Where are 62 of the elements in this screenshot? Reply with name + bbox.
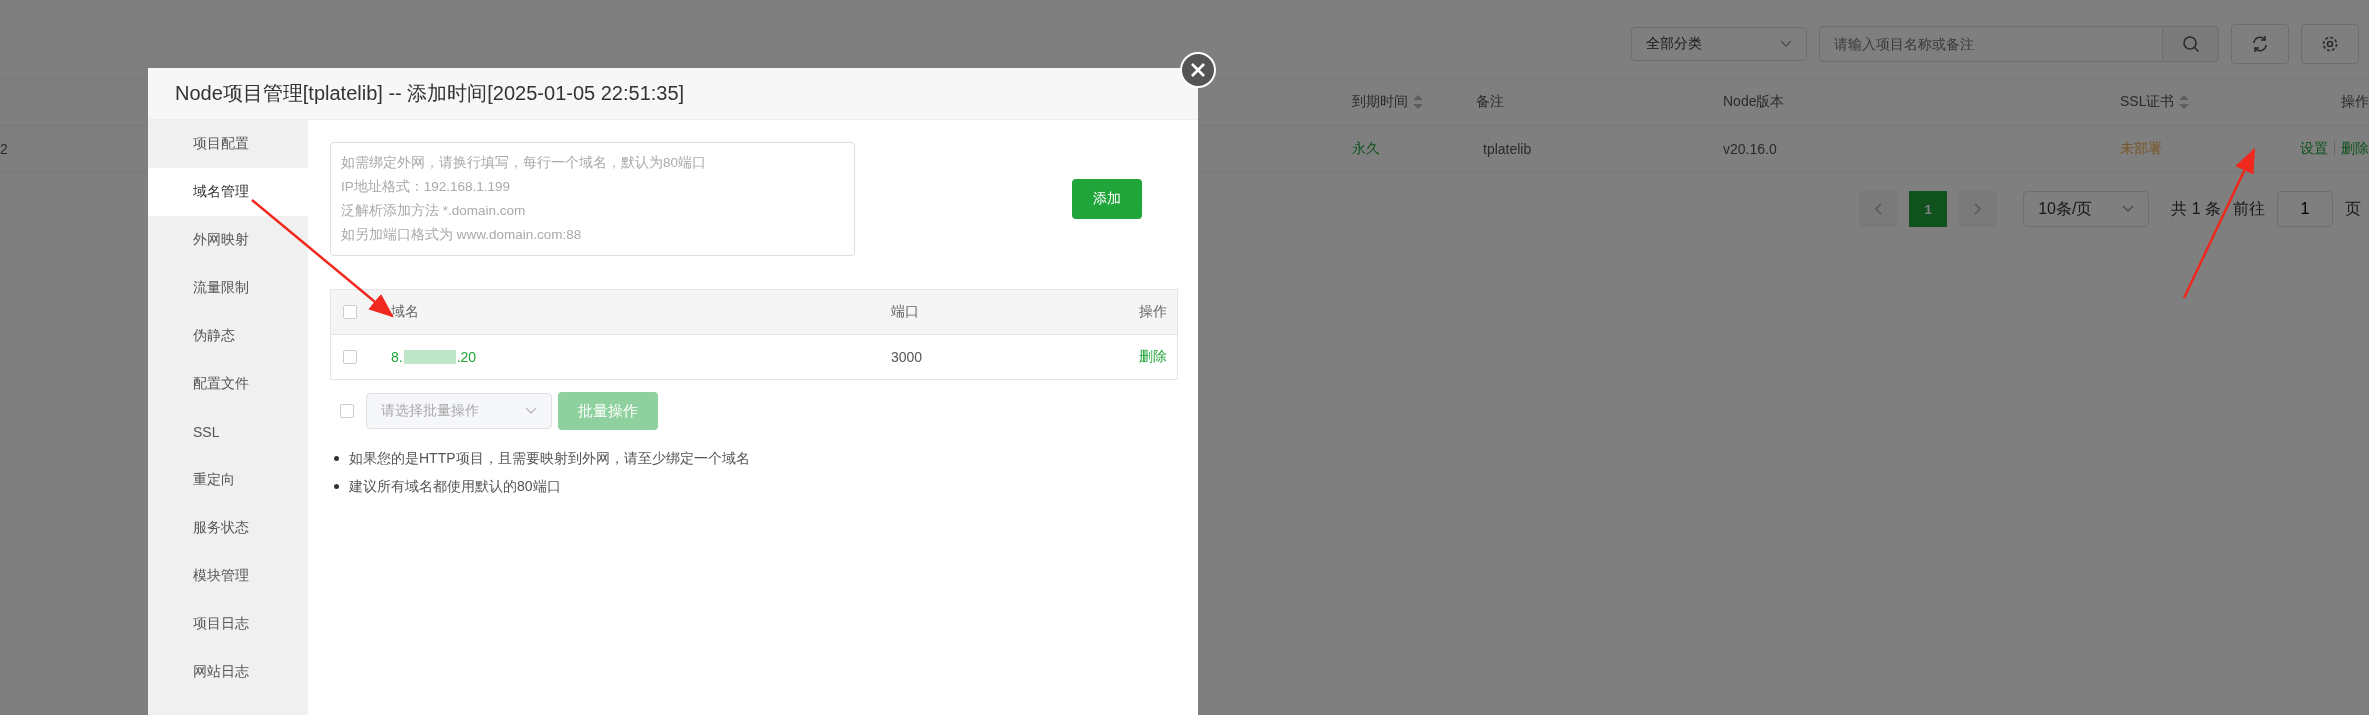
menu-item[interactable]: 模块管理 bbox=[148, 552, 308, 600]
delete-link[interactable]: 删除 bbox=[1139, 348, 1167, 366]
menu-item[interactable]: 网站日志 bbox=[148, 648, 308, 696]
menu-item[interactable]: 外网映射 bbox=[148, 216, 308, 264]
page-input[interactable]: 1 bbox=[2277, 191, 2333, 227]
domain-text: 8. bbox=[391, 349, 403, 365]
menu-item[interactable]: SSL bbox=[148, 408, 308, 456]
add-button[interactable]: 添加 bbox=[1072, 179, 1142, 219]
refresh-button[interactable] bbox=[2231, 24, 2289, 64]
close-icon bbox=[1190, 62, 1206, 78]
column-header[interactable]: 到期时间 bbox=[1352, 93, 1408, 109]
checkbox[interactable] bbox=[340, 404, 354, 418]
domain-text: .20 bbox=[456, 349, 477, 365]
chevron-left-icon bbox=[1874, 203, 1883, 215]
menu-item[interactable]: 伪静态 bbox=[148, 312, 308, 360]
table-cell: 永久 bbox=[1352, 140, 1380, 156]
menu-item[interactable]: 流量限制 bbox=[148, 264, 308, 312]
blurred-text bbox=[403, 350, 456, 364]
settings-icon bbox=[2321, 35, 2339, 53]
dialog-title: Node项目管理[tplatelib] -- 添加时间[2025-01-05 22:51:35] bbox=[175, 81, 685, 106]
menu-item[interactable]: 配置文件 bbox=[148, 360, 308, 408]
sort-icon[interactable] bbox=[2178, 94, 2191, 111]
column-header: 域名 bbox=[391, 303, 420, 321]
menu-item[interactable]: 域名管理 bbox=[148, 168, 308, 216]
column-header: 操作 bbox=[1139, 303, 1167, 321]
column-header: 备注 bbox=[1476, 93, 1504, 109]
table-cell-text: 3000 bbox=[891, 349, 924, 365]
chevron-down-icon bbox=[2122, 205, 2135, 213]
chevron-down-icon bbox=[525, 407, 537, 415]
column-header: Node版本 bbox=[1723, 93, 1785, 109]
checkbox[interactable] bbox=[343, 305, 357, 319]
menu-item[interactable]: 项目配置 bbox=[148, 120, 308, 168]
bullet-icon bbox=[334, 455, 339, 461]
menu-item[interactable]: 重定向 bbox=[148, 456, 308, 504]
menu-item[interactable]: 项目日志 bbox=[148, 600, 308, 648]
page-suffix: 页 bbox=[2345, 198, 2361, 219]
column-header: 操作 bbox=[2341, 93, 2369, 109]
category-select[interactable]: 全部分类 bbox=[1631, 27, 1807, 61]
table-cell: 2 bbox=[0, 141, 8, 157]
column-header[interactable]: SSL证书 bbox=[2120, 93, 2175, 109]
search-button[interactable] bbox=[2163, 26, 2219, 62]
menu-item[interactable]: 服务状态 bbox=[148, 504, 308, 552]
column-header: 端口 bbox=[891, 303, 920, 321]
settings-button[interactable] bbox=[2301, 24, 2359, 64]
note-text: 建议所有域名都使用默认的80端口 bbox=[349, 477, 561, 496]
previous-page-button[interactable] bbox=[1859, 191, 1898, 227]
refresh-icon bbox=[2251, 35, 2269, 53]
goto-label: 前往 bbox=[2233, 198, 2265, 219]
chevron-down-icon bbox=[1780, 40, 1792, 48]
page-size-select[interactable]: 10条/页 bbox=[2023, 191, 2150, 227]
search-field[interactable]: 请输入项目名称或备注 bbox=[1819, 26, 2163, 62]
chevron-right-icon bbox=[1974, 203, 1983, 215]
table-cell: tplatelib bbox=[1483, 141, 1532, 157]
sort-icon[interactable] bbox=[1412, 94, 1424, 111]
table-cell: 未部署 bbox=[2120, 140, 2162, 156]
search-icon bbox=[2181, 35, 2200, 53]
next-page-button[interactable] bbox=[1959, 191, 1998, 227]
bullet-icon bbox=[334, 483, 339, 489]
note-text: 如果您的是HTTP项目，且需要映射到外网，请至少绑定一个域名 bbox=[349, 449, 750, 468]
total-count: 共 1 条 bbox=[2171, 198, 2221, 219]
checkbox[interactable] bbox=[343, 350, 357, 364]
table-cell: v20.16.0 bbox=[1723, 141, 1777, 157]
